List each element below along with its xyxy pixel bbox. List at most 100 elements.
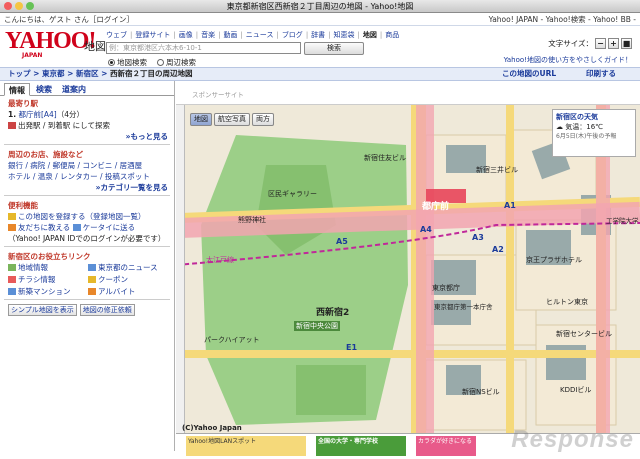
station-action[interactable]: 出発駅 / 到着駅 にして探索 (8, 120, 168, 131)
register-map-link[interactable]: この地図を登録する（登録地図一覧） (8, 211, 168, 222)
link-coupons[interactable]: クーポン (88, 274, 168, 285)
nav-link[interactable]: ウェブ (106, 31, 127, 39)
nav-link[interactable]: ニュース (246, 31, 274, 39)
map-copyright: (C)Yahoo Japan (182, 424, 242, 432)
nav-link[interactable]: 画像 (179, 31, 193, 39)
fix-request-button[interactable]: 地図の修正依頼 (79, 304, 135, 316)
map-label-e1: E1 (346, 343, 358, 352)
nav-separator: | (130, 31, 133, 39)
tools-section: 便利機能 この地図を登録する（登録地図一覧） 友だちに教える ケータイに送る （… (0, 198, 174, 244)
map-url-link[interactable]: この地図のURL (502, 68, 556, 80)
sponsor-label: スポンサーサイト (192, 91, 244, 99)
tab-info[interactable]: 情報 (4, 83, 30, 96)
nav-link[interactable]: 辞書 (311, 31, 325, 39)
link-coupons-label: クーポン (98, 275, 128, 284)
weather-temp: ☁ 気温：16℃ (556, 122, 632, 132)
header: YAHOO! JAPAN 地図 ウェブ | 登録サイト | 画像 | 音楽 | 動画 | ニュース |… (0, 26, 640, 67)
nav-separator: | (379, 31, 383, 39)
yahoo-service-links[interactable]: Yahoo! JAPAN - Yahoo!検索 - Yahoo! BB - (489, 13, 636, 26)
link-parttime[interactable]: アルバイト (88, 286, 168, 297)
link-flyers[interactable]: チラシ情報 (8, 274, 88, 285)
ad-banner-2[interactable]: 全国の大学・専門学校 (316, 436, 406, 456)
category-list-link[interactable]: »カテゴリ一覧を見る (8, 182, 168, 193)
map-label-a3: A3 (472, 233, 484, 242)
nav-link[interactable]: 地図 (363, 31, 377, 39)
tab-search[interactable]: 検索 (32, 83, 56, 95)
nav-separator: | (276, 31, 279, 39)
search-vertical-nav: ウェブ | 登録サイト | 画像 | 音楽 | 動画 | ニュース | ブログ | 辞書 | 知恵袋 | 地図 | 商品 (106, 30, 402, 40)
weather-title[interactable]: 新宿区の天気 (556, 112, 632, 122)
font-size-control: 文字サイズ： − + ■ (548, 38, 632, 49)
print-link[interactable]: 印刷する (586, 68, 616, 80)
watermark-logo: Response (511, 426, 634, 453)
register-map-label: この地図を登録する（登録地図一覧） (18, 212, 146, 221)
map-mode-buttons: 地図 航空写真 両方 (190, 113, 274, 126)
map-label-a1: A1 (504, 201, 516, 210)
link-flyers-label: チラシ情報 (18, 275, 56, 284)
map-mode-aerial-button[interactable]: 航空写真 (214, 113, 250, 126)
map-view[interactable]: 地図 航空写真 両方 西新宿2 新宿中央公園 区民ギャラリー 熊野神社 都庁前 … (176, 105, 640, 433)
zoom-button[interactable] (26, 2, 34, 10)
font-size-label: 文字サイズ： (548, 39, 593, 48)
tell-friend-link[interactable]: 友だちに教える (18, 223, 70, 232)
station-link[interactable]: 都庁前[A4] (18, 110, 56, 119)
nav-separator: | (357, 31, 360, 39)
nav-link[interactable]: 商品 (385, 31, 399, 39)
map-label-park-tower: パークハイアット (204, 336, 260, 344)
shop-categories-2[interactable]: ホテル / 温泉 / レンタカー / 投稿スポット (8, 171, 168, 182)
breadcrumb-shinjuku[interactable]: 新宿区 (76, 69, 99, 78)
font-small-icon[interactable]: − (595, 38, 606, 49)
map-label-kddi: KDDIビル (560, 386, 592, 394)
yahoo-logo-sub: JAPAN (22, 52, 43, 59)
weather-temp-value: 気温：16℃ (565, 123, 604, 131)
map-pan-left[interactable] (176, 105, 185, 433)
sidebar: 情報 検索 道案内 最寄り駅 1. 都庁前[A4]（4分） 出発駅 / 到着駅 … (0, 81, 175, 451)
search-input[interactable]: 例：東京都港区六本木6-10-1 (106, 42, 301, 54)
ad-banner-3[interactable]: カラダが好きになる (416, 436, 476, 456)
divider (4, 299, 170, 300)
house-icon (8, 288, 16, 295)
share-row: 友だちに教える ケータイに送る (8, 222, 168, 233)
send-mobile-link[interactable]: ケータイに送る (83, 223, 136, 232)
weather-widget[interactable]: 新宿区の天気 ☁ 気温：16℃ 6月5日(木)午後の予報 (552, 109, 636, 157)
breadcrumb-path: トップ > 東京都 > 新宿区 > 西新宿２丁目の周辺地図 (8, 69, 193, 78)
link-tokyo-news[interactable]: 東京都のニュース (88, 262, 168, 273)
map-label-a5: A5 (336, 237, 348, 246)
nearby-shops-heading: 周辺のお店、施設など (8, 150, 83, 159)
nav-link[interactable]: ブログ (282, 31, 303, 39)
ad-banner-1[interactable]: Yahoo!地図LANスポット (186, 436, 306, 456)
link-parttime-label: アルバイト (98, 287, 136, 296)
nav-separator: | (218, 31, 221, 39)
useful-links-section: 新宿区のお役立ちリンク 地域情報 東京都のニュース チラシ情報 クーポン 新築マ… (0, 249, 174, 297)
map-action-buttons: シンプル地図を表示 地図の修正依頼 (0, 302, 174, 316)
nav-link[interactable]: 登録サイト (135, 31, 170, 39)
shop-categories-1[interactable]: 銀行 / 病院 / 郵便局 / コンビニ / 居酒屋 (8, 160, 168, 171)
link-area-info[interactable]: 地域情報 (8, 262, 88, 273)
nav-link[interactable]: 知恵袋 (334, 31, 355, 39)
map-mode-both-button[interactable]: 両方 (252, 113, 274, 126)
help-link[interactable]: Yahoo!地図の使い方をやさしくガイド！ (504, 55, 632, 65)
login-greeting[interactable]: こんにちは、ゲスト さん［ログイン］ (4, 13, 134, 26)
breadcrumb-tokyo[interactable]: 東京都 (42, 69, 65, 78)
link-condos[interactable]: 新築マンション (8, 286, 88, 297)
map-label-tocho: 東京都庁 (432, 284, 460, 292)
station-distance: （4分） (56, 110, 85, 119)
map-label-gallery: 区民ギャラリー (268, 190, 317, 198)
map-mode-map-button[interactable]: 地図 (190, 113, 212, 126)
simple-map-button[interactable]: シンプル地図を表示 (8, 304, 77, 316)
minimize-button[interactable] (15, 2, 23, 10)
nav-link[interactable]: 動画 (223, 31, 237, 39)
link-condos-label: 新築マンション (18, 287, 71, 296)
map-label-oedo: 大江戸線 (206, 256, 234, 264)
nav-link[interactable]: 音楽 (201, 31, 215, 39)
bookmark-icon (8, 213, 16, 220)
yahoo-logo[interactable]: YAHOO! (5, 29, 96, 53)
close-button[interactable] (4, 2, 12, 10)
breadcrumb-top[interactable]: トップ (8, 69, 31, 78)
font-large-icon[interactable]: + (608, 38, 619, 49)
search-button[interactable]: 検索 (304, 42, 364, 55)
font-reset-icon[interactable]: ■ (621, 38, 632, 49)
map-label-park2: 新宿中央公園 (294, 321, 340, 331)
station-more-link[interactable]: »もっと見る (8, 131, 168, 142)
tab-directions[interactable]: 道案内 (58, 83, 90, 95)
